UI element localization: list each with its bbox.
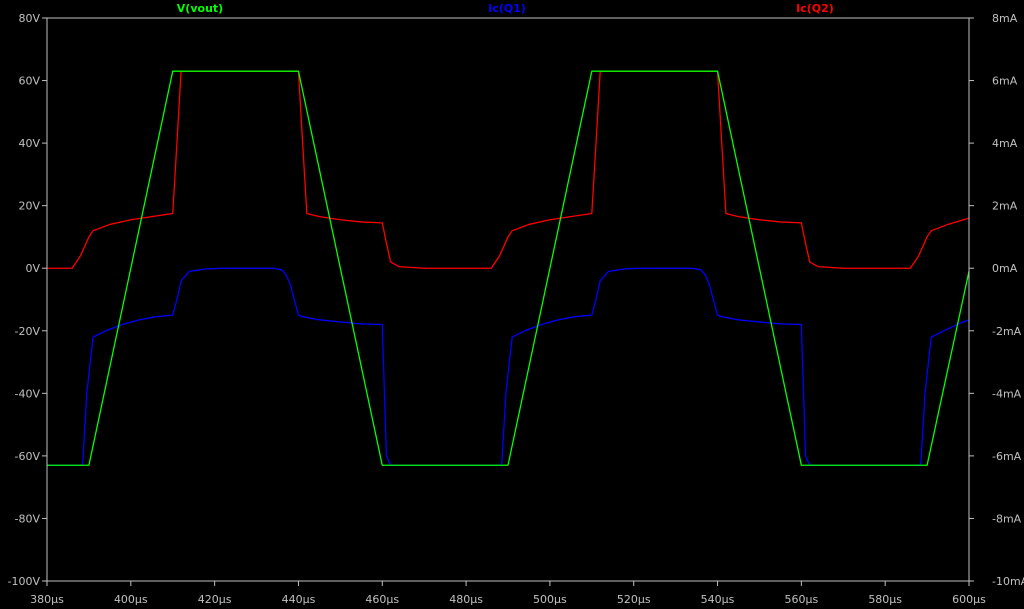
legend-label-icq1: Ic(Q1) xyxy=(488,2,526,15)
x-tick-label: 600µs xyxy=(952,593,986,606)
y-left-tick-label: 20V xyxy=(18,200,40,213)
legend-label-vout: V(vout) xyxy=(177,2,223,15)
y-right-tick-label: 4mA xyxy=(992,137,1018,150)
y-right-tick-label: 6mA xyxy=(992,75,1018,88)
x-tick-label: 540µs xyxy=(701,593,735,606)
x-tick-label: 580µs xyxy=(868,593,902,606)
y-left-tick-label: -80V xyxy=(15,512,41,525)
y-left-tick-label: 80V xyxy=(18,12,40,25)
y-right-tick-label: -2mA xyxy=(992,325,1022,338)
y-left-tick-label: -60V xyxy=(15,450,41,463)
y-left-tick-label: -20V xyxy=(15,325,41,338)
y-right-tick-label: -6mA xyxy=(992,450,1022,463)
x-tick-label: 500µs xyxy=(533,593,567,606)
y-left-tick-label: -40V xyxy=(15,387,41,400)
y-right-tick-label: 2mA xyxy=(992,200,1018,213)
x-tick-label: 420µs xyxy=(198,593,232,606)
y-left-tick-label: 60V xyxy=(18,75,40,88)
y-right-tick-label: 0mA xyxy=(992,262,1018,275)
y-right-tick-label: -10mA xyxy=(992,575,1024,588)
y-left-tick-label: 40V xyxy=(18,137,40,150)
chart-background xyxy=(0,0,1024,609)
y-right-tick-label: -8mA xyxy=(992,512,1022,525)
y-left-tick-label: 0V xyxy=(25,262,40,275)
x-tick-label: 400µs xyxy=(114,593,148,606)
y-left-tick-label: -100V xyxy=(8,575,41,588)
x-tick-label: 480µs xyxy=(449,593,483,606)
x-tick-label: 560µs xyxy=(784,593,818,606)
y-right-tick-label: -4mA xyxy=(992,387,1022,400)
x-tick-label: 520µs xyxy=(617,593,651,606)
y-right-tick-label: 8mA xyxy=(992,12,1018,25)
x-tick-label: 460µs xyxy=(365,593,399,606)
x-tick-label: 440µs xyxy=(282,593,316,606)
waveform-chart: 380µs 400µs 420µs 440µs 460µs 480µs 500µs 520µs… xyxy=(0,0,1024,609)
legend-label-icq2: Ic(Q2) xyxy=(796,2,834,15)
x-tick-label: 380µs xyxy=(30,593,64,606)
